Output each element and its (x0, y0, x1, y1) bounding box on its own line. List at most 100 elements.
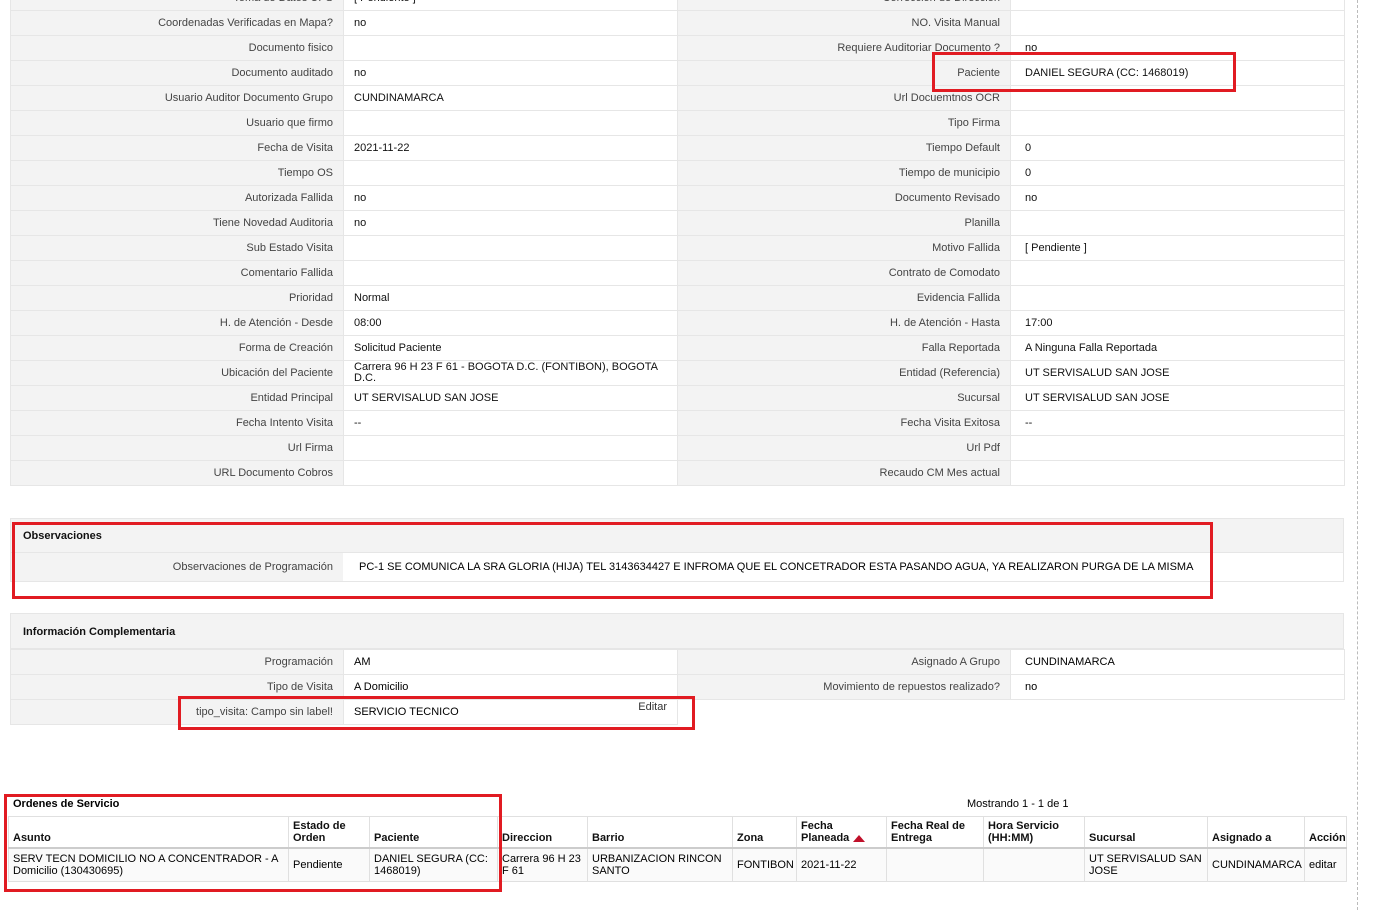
field-label: Falla Reportada (677, 335, 1011, 361)
detail-row: Tiempo OS Tiempo de municipio 0 (10, 160, 1345, 186)
field-label: Tiene Novedad Auditoria (10, 210, 344, 236)
field-value (343, 160, 678, 186)
order-estado: Pendiente (288, 847, 370, 882)
order-asignado: CUNDINAMARCA (1207, 847, 1305, 882)
field-value: AM (343, 649, 678, 675)
field-value: Normal (343, 285, 678, 311)
field-value: CUNDINAMARCA (343, 85, 678, 111)
field-label: Toma de Datos UPS (10, 0, 344, 11)
complementaria-section: Información Complementaria (10, 613, 1344, 649)
field-value (1010, 0, 1345, 11)
field-value (343, 435, 678, 461)
field-label: Tiempo Default (677, 135, 1011, 161)
detail-row: Forma de Creación Solicitud Paciente Falla… (10, 335, 1345, 361)
order-asunto: SERV TECN DOMICILIO NO A CONCENTRADOR - … (8, 847, 289, 882)
field-value: 0 (1010, 135, 1345, 161)
field-label: Fecha Visita Exitosa (677, 410, 1011, 436)
col-barrio-header[interactable]: Barrio (587, 816, 733, 849)
tipo-visita-label: tipo_visita: Campo sin label! (10, 699, 344, 725)
detail-row: Tiene Novedad Auditoria no Planilla (10, 210, 1345, 236)
field-value: UT SERVISALUD SAN JOSE (1010, 360, 1345, 386)
col-direccion-header[interactable]: Direccion (497, 816, 588, 849)
detail-row: Url Firma Url Pdf (10, 435, 1345, 461)
field-value: DANIEL SEGURA (CC: 1468019) (1010, 60, 1345, 86)
col-fecha-planeada-label: Fecha Planeada (801, 820, 850, 844)
field-label: NO. Visita Manual (677, 10, 1011, 36)
field-label: Prioridad (10, 285, 344, 311)
ordenes-title: Ordenes de Servicio (13, 798, 120, 810)
order-zona: FONTIBON (732, 847, 797, 882)
field-label: Paciente (677, 60, 1011, 86)
field-value: no (1010, 35, 1345, 61)
field-value (343, 35, 678, 61)
field-label: Url Firma (10, 435, 344, 461)
field-label: Ubicación del Paciente (10, 360, 344, 386)
field-value (1010, 10, 1345, 36)
col-zona-header[interactable]: Zona (732, 816, 797, 849)
field-label: Contrato de Comodato (677, 260, 1011, 286)
sort-ascending-icon[interactable] (853, 834, 866, 842)
detail-row: H. de Atención - Desde 08:00 H. de Atenció… (10, 310, 1345, 336)
col-hora-servicio-header[interactable]: Hora Servicio (HH:MM) (983, 816, 1085, 849)
complementaria-row: Programación AM Asignado A Grupo CUNDINA… (10, 649, 1345, 675)
field-value: A Ninguna Falla Reportada (1010, 335, 1345, 361)
field-value: Carrera 96 H 23 F 61 - BOGOTA D.C. (FONT… (343, 360, 678, 386)
field-label: Planilla (677, 210, 1011, 236)
field-label: Tipo Firma (677, 110, 1011, 136)
complementaria-row: Tipo de Visita A Domicilio Movimiento de… (10, 674, 1345, 700)
field-label: Entidad (Referencia) (677, 360, 1011, 386)
tipo-visita-row: tipo_visita: Campo sin label! SERVICIO T… (10, 699, 1345, 725)
empty-cell (1010, 699, 1345, 725)
complementaria-title: Información Complementaria (10, 613, 1344, 649)
detail-row: Coordenadas Verificadas en Mapa? no NO. Vi… (10, 10, 1345, 36)
field-value: -- (343, 410, 678, 436)
col-estado-header[interactable]: Estado de Orden (288, 816, 370, 849)
field-label: Sucursal (677, 385, 1011, 411)
detail-row: Prioridad Normal Evidencia Fallida (10, 285, 1345, 311)
edit-tipo-visita-link[interactable]: Editar (638, 701, 667, 713)
field-value (1010, 285, 1345, 311)
field-label: Documento fisico (10, 35, 344, 61)
field-value: [ Pendiente ] (343, 0, 678, 11)
field-value (1010, 110, 1345, 136)
field-label: Autorizada Fallida (10, 185, 344, 211)
detail-row: Ubicación del Paciente Carrera 96 H 23 F … (10, 360, 1345, 386)
col-paciente-header[interactable]: Paciente (369, 816, 498, 849)
col-fecha-real-header[interactable]: Fecha Real de Entrega (886, 816, 984, 849)
tipo-visita-value: SERVICIO TECNICO (354, 705, 459, 718)
ordenes-header-row: Asunto Estado de Orden Paciente Direccio… (8, 816, 1347, 849)
order-paciente: DANIEL SEGURA (CC: 1468019) (369, 847, 498, 882)
order-sucursal: UT SERVISALUD SAN JOSE (1084, 847, 1208, 882)
field-value: no (343, 60, 678, 86)
field-value: no (1010, 185, 1345, 211)
field-value (1010, 435, 1345, 461)
field-label: Tipo de Visita (10, 674, 344, 700)
field-label: Documento auditado (10, 60, 344, 86)
col-sucursal-header[interactable]: Sucursal (1084, 816, 1208, 849)
order-direccion: Carrera 96 H 23 F 61 (497, 847, 588, 882)
field-value: -- (1010, 410, 1345, 436)
detail-row: Documento fisico Requiere Auditoriar Docu… (10, 35, 1345, 61)
field-label: Entidad Principal (10, 385, 344, 411)
complementaria-table: Programación AM Asignado A Grupo CUNDINA… (10, 649, 1345, 725)
field-value: CUNDINAMARCA (1010, 649, 1345, 675)
col-accion-header: Acción (1304, 816, 1347, 849)
field-value: no (1010, 674, 1345, 700)
field-label: Usuario que firmo (10, 110, 344, 136)
field-label: H. de Atención - Hasta (677, 310, 1011, 336)
field-value: [ Pendiente ] (1010, 235, 1345, 261)
order-fecha-planeada: 2021-11-22 (796, 847, 887, 882)
observaciones-title: Observaciones (10, 518, 1344, 553)
field-value (343, 235, 678, 261)
order-hora-servicio (983, 847, 1085, 882)
order-editar-link[interactable]: editar (1304, 847, 1347, 882)
col-asignado-header[interactable]: Asignado a (1207, 816, 1305, 849)
detail-row: Toma de Datos UPS[ Pendiente ]Corrección… (10, 0, 1345, 11)
col-fecha-planeada-header[interactable]: Fecha Planeada (796, 816, 887, 849)
field-label: Corrección de Dirección (677, 0, 1011, 11)
field-label: Movimiento de repuestos realizado? (677, 674, 1011, 700)
field-value: 0 (1010, 160, 1345, 186)
col-asunto-header[interactable]: Asunto (8, 816, 289, 849)
field-value: 08:00 (343, 310, 678, 336)
field-label: URL Documento Cobros (10, 460, 344, 486)
